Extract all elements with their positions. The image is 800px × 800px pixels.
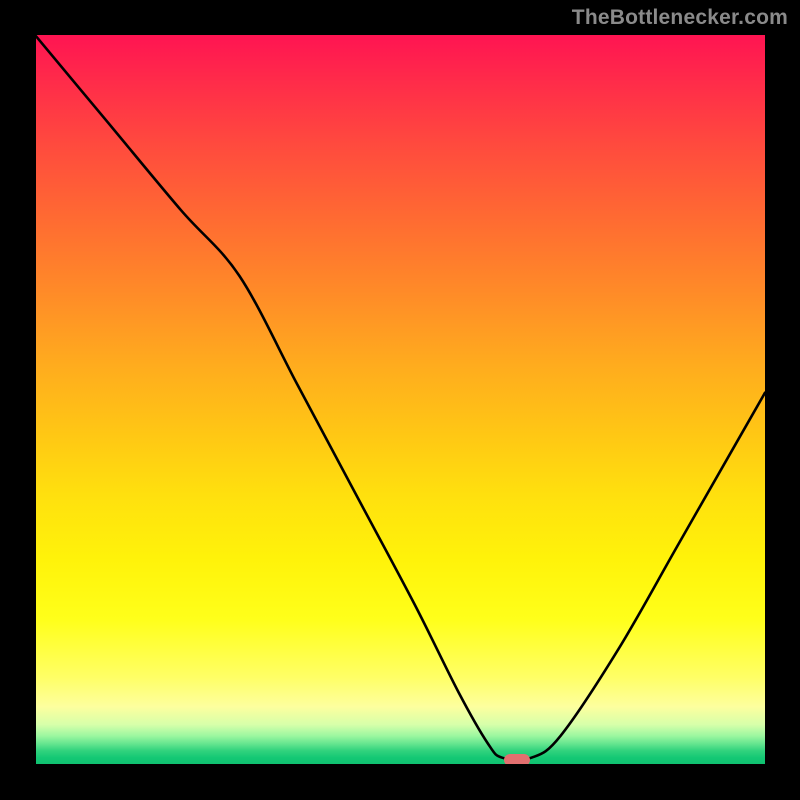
chart-container: TheBottlenecker.com [0,0,800,800]
plot-area [35,35,765,765]
bottleneck-curve [35,35,765,765]
watermark-text: TheBottlenecker.com [572,6,788,30]
y-axis-line [33,33,36,767]
curve-path [35,35,765,760]
x-axis-line [33,764,767,767]
